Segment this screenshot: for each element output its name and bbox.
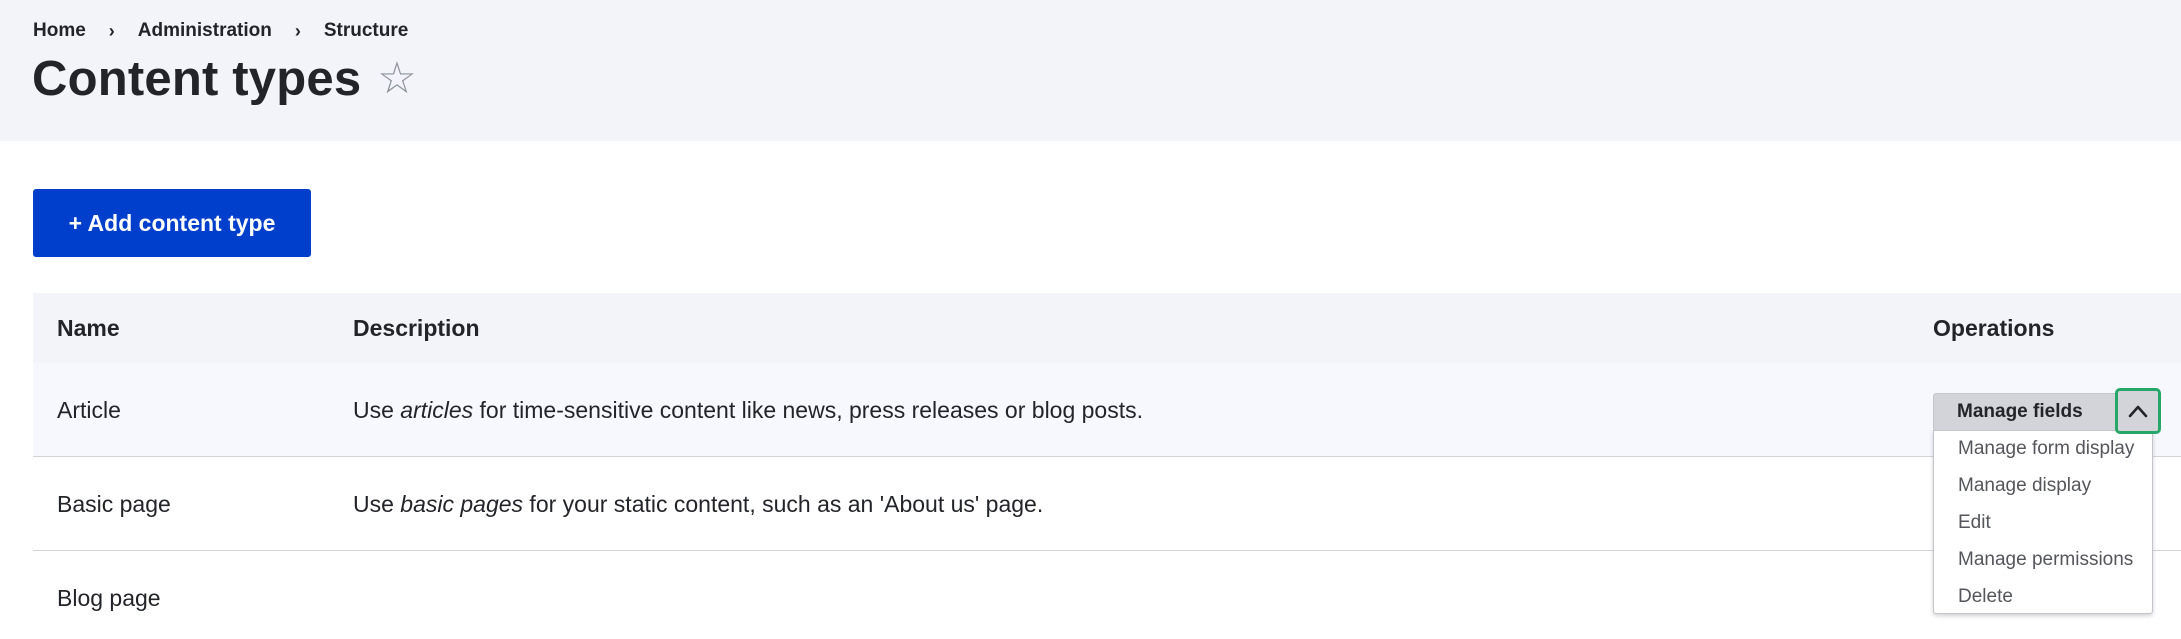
delete-link[interactable]: Delete	[1958, 582, 2013, 612]
star-icon[interactable]: ☆	[377, 57, 416, 101]
content-type-description: Use articles for time-sensitive content …	[353, 397, 1144, 423]
breadcrumb-separator: ›	[108, 20, 115, 41]
breadcrumb: Home › Administration › Structure	[33, 18, 408, 44]
operations-dropbutton: Manage fields	[1933, 388, 2161, 434]
page-title: Content types	[32, 52, 362, 106]
table-row: Article Use articles for time-sensitive …	[33, 363, 2181, 457]
breadcrumb-structure-link[interactable]: Structure	[324, 20, 408, 42]
column-header-description: Description	[353, 315, 480, 341]
operations-dropdown-menu: Manage form display Manage display Edit …	[1933, 430, 2153, 614]
manage-permissions-link[interactable]: Manage permissions	[1958, 545, 2133, 575]
edit-link[interactable]: Edit	[1958, 508, 1991, 538]
table-header: Name Description Operations	[33, 293, 2181, 363]
manage-form-display-link[interactable]: Manage form display	[1958, 434, 2134, 464]
chevron-up-icon[interactable]	[2115, 388, 2161, 434]
breadcrumb-administration-link[interactable]: Administration	[138, 20, 272, 42]
table-row: Basic page Use basic pages for your stat…	[33, 457, 2181, 551]
add-content-type-button[interactable]: + Add content type	[33, 189, 311, 257]
breadcrumb-separator: ›	[294, 20, 301, 41]
table-row: Blog page	[33, 551, 2181, 639]
manage-display-link[interactable]: Manage display	[1958, 471, 2091, 501]
content-type-name: Basic page	[57, 491, 171, 517]
content-type-name: Article	[57, 397, 121, 423]
column-header-operations: Operations	[1933, 315, 2055, 341]
breadcrumb-home-link[interactable]: Home	[33, 20, 86, 42]
content-type-name: Blog page	[57, 585, 161, 611]
title-row: Content types ☆	[32, 48, 417, 110]
page-header: Home › Administration › Structure Conten…	[0, 0, 2181, 141]
column-header-name: Name	[57, 315, 120, 341]
manage-fields-button[interactable]: Manage fields	[1933, 393, 2119, 431]
content-type-description: Use basic pages for your static content,…	[353, 491, 1044, 517]
